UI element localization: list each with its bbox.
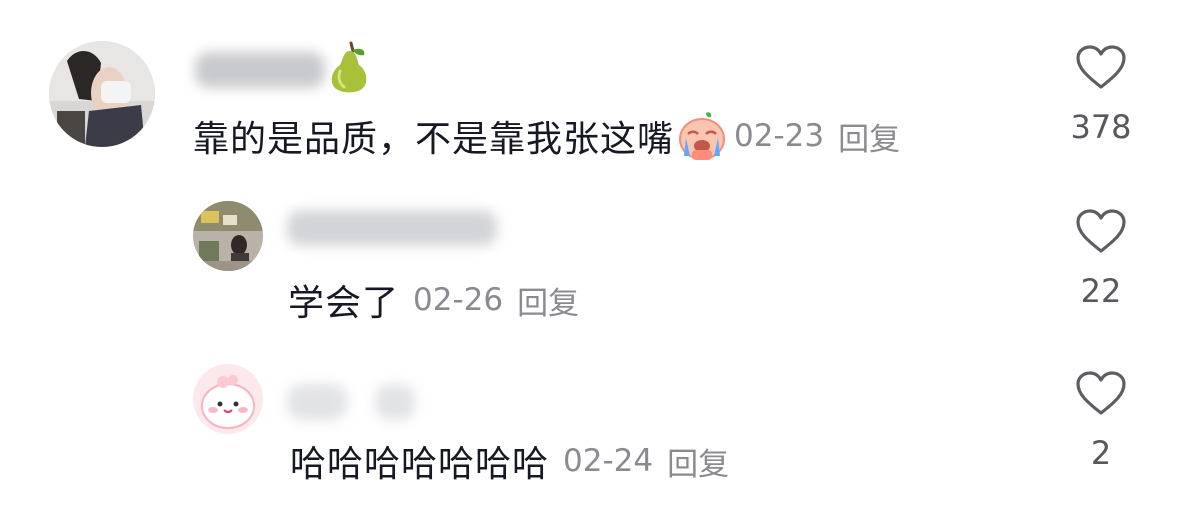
crying-face-emoji-icon	[676, 110, 728, 162]
heart-outline-icon	[1051, 44, 1151, 90]
avatar[interactable]	[193, 364, 263, 434]
comment-body: 靠的是品质，不是靠我张这嘴 02-23 回复	[193, 110, 900, 162]
like-button[interactable]: 22	[1051, 208, 1151, 310]
comment-body: 哈哈哈哈哈哈哈 02-24 回复	[290, 435, 729, 487]
comment-body: 学会了 02-26 回复	[288, 274, 579, 326]
heart-outline-icon	[1051, 370, 1151, 416]
reply-button[interactable]: 回复	[517, 278, 579, 323]
comment-item: 学会了 02-26 回复 22	[0, 180, 1179, 340]
like-button[interactable]: 2	[1051, 370, 1151, 472]
comment-item: 哈哈哈哈哈哈哈 02-24 回复 2	[0, 340, 1179, 508]
username-blurred[interactable]	[195, 52, 325, 88]
username-blurred[interactable]	[375, 384, 415, 420]
avatar[interactable]	[193, 201, 263, 271]
comment-date: 02-24	[563, 443, 654, 479]
like-count: 378	[1070, 108, 1132, 146]
comment-text: 哈哈哈哈哈哈哈	[290, 444, 550, 485]
like-button[interactable]: 378	[1051, 44, 1151, 146]
pear-emoji-icon	[326, 41, 374, 97]
heart-outline-icon	[1051, 208, 1151, 254]
comment-date: 02-26	[413, 282, 504, 318]
avatar[interactable]	[49, 41, 155, 147]
comment-text: 靠的是品质，不是靠我张这嘴	[193, 119, 675, 160]
username-blurred[interactable]	[287, 384, 347, 420]
like-count: 2	[1090, 434, 1112, 472]
reply-button[interactable]: 回复	[667, 439, 729, 484]
like-count: 22	[1080, 272, 1122, 310]
comment-text: 学会了	[288, 283, 400, 324]
comment-item: 靠的是品质，不是靠我张这嘴 02-23 回复 378	[0, 0, 1179, 180]
username-blurred[interactable]	[287, 210, 497, 246]
reply-button[interactable]: 回复	[838, 114, 900, 159]
comment-date: 02-23	[734, 118, 825, 154]
